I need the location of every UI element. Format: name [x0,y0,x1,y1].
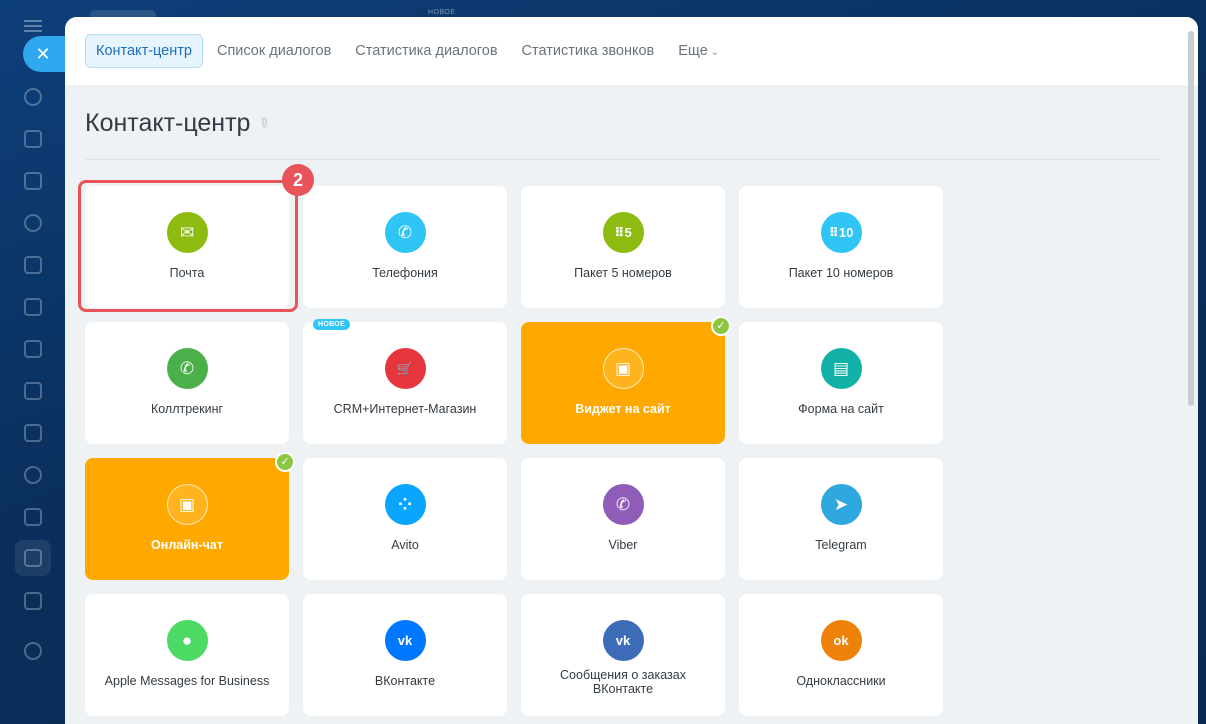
connector-label: Одноклассники [796,674,886,688]
connector-card[interactable]: ✉ Почта [85,186,289,308]
connector-label: ВКонтакте [374,674,436,688]
rail-file-icon[interactable] [24,298,42,316]
connector-label: Avito [391,538,419,552]
connector-card[interactable]: ⠿10 Пакет 10 номеров [739,186,943,308]
connector-card[interactable]: ✆ Viber [521,458,725,580]
top-tabs: Контакт-центр Список диалогов Статистика… [65,17,1198,85]
connector-label: Пакет 5 номеров [574,266,672,280]
connector-label: Telegram [815,538,867,552]
close-slider-button[interactable]: ✕ [23,36,71,72]
telegram-icon: ➤ [820,484,862,525]
package-10-icon: ⠿10 [820,212,862,253]
widget-icon: ▣ [602,348,644,389]
tab-more[interactable]: Еще ⌄ [668,35,729,67]
connector-card[interactable]: ⠿5 Пакет 5 номеров [521,186,725,308]
connector-label: Виджет на сайт [575,402,671,416]
form-icon: ▤ [820,348,862,389]
new-badge: НОВОЕ [313,319,350,330]
chat-icon: ▣ [166,484,208,525]
connector-card[interactable]: ✓ ▣ Онлайн-чат [85,452,295,580]
rail-docs-icon[interactable] [24,172,42,190]
calltracking-icon: ✆ [166,348,208,389]
left-rail: НОВОЕ [0,0,455,724]
rail-calendar-icon[interactable] [24,256,42,274]
connector-label: CRM+Интернет-Магазин [333,402,477,416]
connector-card[interactable]: ● Apple Messages for Business [85,594,289,716]
pin-icon[interactable]: ✎ [254,113,275,133]
connector-card[interactable]: vk ВКонтакте [303,594,507,716]
connector-label: Онлайн-чат [151,538,223,552]
scrollbar[interactable] [1188,31,1194,406]
shop-icon: 🛒 [384,348,426,389]
connector-card[interactable]: НОВОЕ 🛒 CRM+Интернет-Магазин [303,319,507,444]
tab-dialog-stats[interactable]: Статистика диалогов [345,35,507,67]
tab-call-stats[interactable]: Статистика звонков [512,35,665,67]
connector-card[interactable]: vk Сообщения о заказах ВКонтакте [521,594,725,716]
rail-crm-icon[interactable] [24,214,42,232]
mail-icon: ✉ [166,212,208,253]
rail-board-icon[interactable] [24,340,42,358]
step-badge: 2 [282,164,314,196]
apple-messages-icon: ● [166,620,208,661]
rail-contacts-icon[interactable] [24,466,42,484]
connector-label: Почта [169,266,205,280]
phone-icon: ✆ [384,212,426,253]
divider [85,159,1161,160]
check-icon: ✓ [711,316,731,336]
connector-card[interactable]: ➤ Telegram [739,458,943,580]
tab-contact-center[interactable]: Контакт-центр [85,34,203,68]
connector-card[interactable]: ok Одноклассники [739,594,943,716]
page-header: Контакт-центр ✎ [85,109,274,138]
connector-card[interactable]: ✆ Телефония [303,186,507,308]
top-new-label: НОВОЕ [428,9,456,16]
rail-mail-icon[interactable] [24,424,42,442]
connector-label: Сообщения о заказах ВКонтакте [560,668,686,696]
connector-label: Телефония [372,266,438,280]
check-icon: ✓ [275,452,295,472]
connector-card[interactable]: ✓ ▣ Виджет на сайт [521,316,731,444]
vk-icon: vk [384,620,426,661]
connector-card[interactable]: ▤ Форма на сайт [739,322,943,444]
package-5-icon: ⠿5 [602,212,644,253]
rail-funnel-icon[interactable] [24,549,42,567]
rail-chat-icon[interactable] [24,130,42,148]
connector-card[interactable]: ⁘ Avito [303,458,507,580]
rail-tasks-icon[interactable] [24,508,42,526]
contact-center-panel: Контакт-центр Список диалогов Статистика… [65,17,1198,724]
menu-icon[interactable] [24,20,42,32]
connector-label: Apple Messages for Business [104,674,270,688]
tab-more-label: Еще [678,43,708,59]
connector-label: Коллтрекинг [150,402,224,416]
tab-dialog-list[interactable]: Список диалогов [207,35,341,67]
connectors-grid: ✉ Почта ✆ Телефония ⠿5 Пакет 5 номеров ⠿10 Паке… [85,186,943,716]
connector-label: Viber [608,538,638,552]
rail-feed-icon[interactable] [24,88,42,106]
rail-storage-icon[interactable] [24,382,42,400]
ok-icon: ok [820,620,862,661]
connector-card[interactable]: ✆ Коллтрекинг [85,322,289,444]
page-title: Контакт-центр [85,109,251,137]
avito-icon: ⁘ [384,484,426,525]
vk-orders-icon: vk [602,620,644,661]
rail-settings-icon[interactable] [24,642,42,660]
chevron-down-icon: ⌄ [710,47,720,58]
rail-grid-icon[interactable] [24,592,42,610]
viber-icon: ✆ [602,484,644,525]
connector-label: Форма на сайт [798,402,884,416]
connector-label: Пакет 10 номеров [788,266,894,280]
